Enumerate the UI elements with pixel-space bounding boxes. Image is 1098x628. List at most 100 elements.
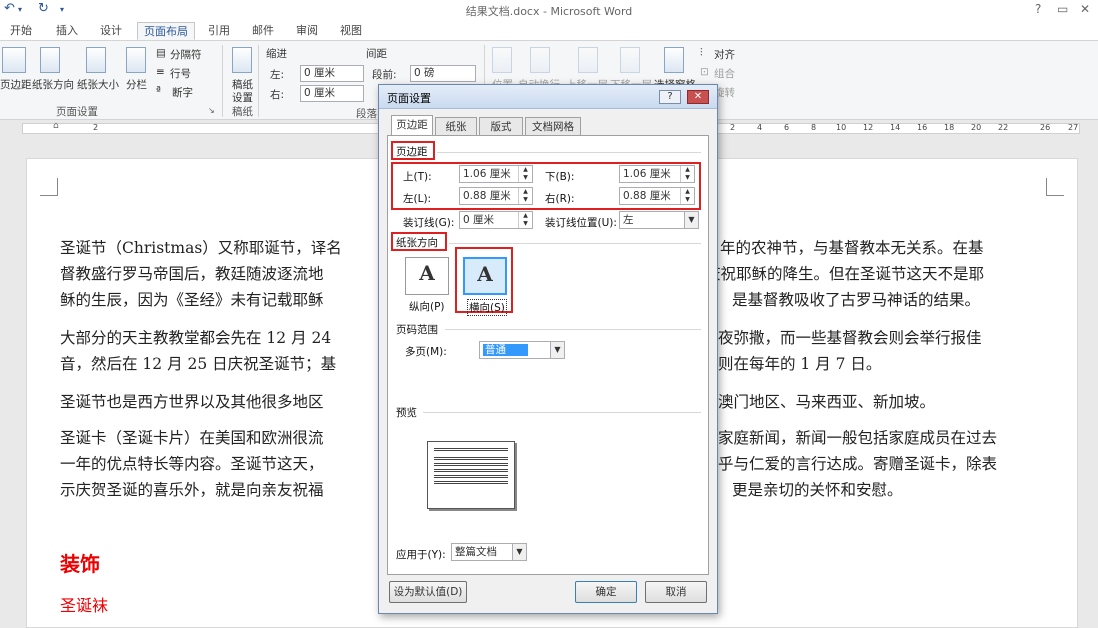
doc-line[interactable]: 乎与仁爱的言行达成。寄赠圣诞卡，除表 bbox=[718, 451, 1050, 477]
tab-home[interactable]: 开始 bbox=[10, 22, 32, 40]
dialog-tab-layout[interactable]: 版式 bbox=[479, 117, 523, 136]
breaks-button[interactable]: 分隔符 bbox=[170, 47, 202, 62]
tab-review[interactable]: 审阅 bbox=[296, 22, 318, 40]
spin-arrows-icon[interactable]: ▲ ▼ bbox=[518, 166, 532, 182]
doc-line[interactable]: 家庭新闻，新闻一般包括家庭成员在过去 bbox=[718, 425, 1050, 451]
ribbon-tabs: 开始 插入 设计 页面布局 引用 邮件 审阅 视图 bbox=[0, 20, 1098, 40]
tab-view[interactable]: 视图 bbox=[340, 22, 362, 40]
align-button[interactable]: 对齐 bbox=[714, 47, 735, 62]
spin-arrows-icon[interactable]: ▲ ▼ bbox=[680, 166, 694, 182]
size-button[interactable]: 纸张大小 bbox=[77, 77, 119, 92]
doc-line[interactable]: 则在每年的 1 月 7 日。 bbox=[718, 351, 1050, 377]
doc-line[interactable]: 夜弥撒，而一些基督教会则会举行报佳 bbox=[718, 325, 1050, 351]
landscape-label[interactable]: 横向(S) bbox=[467, 299, 507, 316]
paragraph-group-label: 段落 bbox=[356, 108, 377, 120]
left-margin-label: 左(L): bbox=[403, 193, 432, 205]
hyphenation-button[interactable]: 断字 bbox=[172, 85, 193, 100]
landscape-button[interactable]: A bbox=[463, 257, 507, 295]
preview-section-label: 预览 bbox=[396, 407, 417, 419]
spacing-before-input[interactable]: 0 磅 bbox=[410, 65, 476, 82]
page-setup-dialog: 页面设置 ? ✕ 页边距 纸张 版式 文档网格 页边距 上(T): 1.06 厘… bbox=[378, 84, 718, 614]
right-margin-label: 右(R): bbox=[545, 193, 575, 205]
dialog-tab-grid[interactable]: 文档网格 bbox=[525, 117, 581, 136]
portrait-button[interactable]: A bbox=[405, 257, 449, 295]
line-numbers-button[interactable]: 行号 bbox=[170, 66, 191, 81]
margins-button[interactable]: 页边距 bbox=[0, 77, 32, 92]
title-bar: ↶ ▾ ↻ ▾ 结果文档.docx - Microsoft Word ? ▭ ✕ bbox=[0, 0, 1098, 20]
doc-heading[interactable]: 装饰 bbox=[60, 548, 100, 577]
page-setup-launcher-icon[interactable]: ↘ bbox=[208, 106, 215, 115]
indent-marker-icon[interactable]: ⌂ bbox=[53, 121, 59, 131]
ruler-number: 16 bbox=[917, 123, 928, 132]
bring-forward-icon bbox=[578, 47, 598, 73]
apply-to-label: 应用于(Y): bbox=[396, 549, 446, 561]
doc-line[interactable]: 年的农神节，与基督教本无关系。在基 bbox=[720, 235, 1050, 261]
window-title: 结果文档.docx - Microsoft Word bbox=[465, 5, 633, 18]
doc-line[interactable]: 更是亲切的关怀和安慰。 bbox=[732, 477, 1050, 503]
portrait-label[interactable]: 纵向(P) bbox=[409, 299, 445, 314]
ruler-number: 22 bbox=[998, 123, 1009, 132]
dialog-title-bar[interactable]: 页面设置 ? ✕ bbox=[379, 85, 717, 109]
selection-pane-icon[interactable] bbox=[664, 47, 684, 73]
portrait-icon: A bbox=[419, 261, 435, 285]
align-icon: ⫶ bbox=[700, 47, 703, 59]
ruler-number: 6 bbox=[784, 123, 790, 132]
send-backward-icon bbox=[620, 47, 640, 73]
tab-insert[interactable]: 插入 bbox=[56, 22, 78, 40]
tab-mailings[interactable]: 邮件 bbox=[252, 22, 274, 40]
columns-button[interactable]: 分栏 bbox=[126, 77, 147, 92]
page-setup-group-label: 页面设置 bbox=[56, 106, 98, 118]
group-separator bbox=[258, 45, 259, 117]
draft-paper-label2[interactable]: 设置 bbox=[232, 90, 253, 105]
dropdown-arrow-icon[interactable]: ▼ bbox=[550, 342, 564, 358]
draft-group-label: 稿纸 bbox=[232, 106, 253, 118]
dialog-tab-paper[interactable]: 纸张 bbox=[435, 117, 477, 136]
dialog-close-button[interactable]: ✕ bbox=[687, 90, 709, 104]
group-icon: ⊡ bbox=[700, 66, 709, 78]
tab-page-layout[interactable]: 页面布局 bbox=[137, 22, 195, 40]
dropdown-arrow-icon[interactable]: ▼ bbox=[512, 544, 526, 560]
close-icon[interactable]: ✕ bbox=[1080, 2, 1090, 16]
group-separator bbox=[222, 45, 223, 117]
doc-subheading[interactable]: 圣诞袜 bbox=[60, 592, 108, 616]
spin-arrows-icon[interactable]: ▲ ▼ bbox=[680, 188, 694, 204]
doc-line[interactable]: 庆祝耶稣的降生。但在圣诞节这天不是耶 bbox=[705, 261, 1050, 287]
section-divider bbox=[449, 243, 701, 244]
margin-corner-mark bbox=[40, 178, 58, 196]
margins-icon[interactable] bbox=[2, 47, 26, 73]
cancel-button[interactable]: 取消 bbox=[645, 581, 707, 603]
indent-right-label: 右: bbox=[270, 89, 285, 101]
spin-arrows-icon[interactable]: ▲ ▼ bbox=[518, 188, 532, 204]
tab-design[interactable]: 设计 bbox=[100, 22, 122, 40]
top-margin-label: 上(T): bbox=[403, 171, 432, 183]
section-divider bbox=[437, 152, 701, 153]
ruler-number: 4 bbox=[757, 123, 763, 132]
indent-left-input[interactable]: 0 厘米 bbox=[300, 65, 364, 82]
size-icon[interactable] bbox=[86, 47, 106, 73]
ruler-number: 12 bbox=[863, 123, 874, 132]
dialog-tab-margins[interactable]: 页边距 bbox=[391, 115, 433, 136]
orientation-button[interactable]: 纸张方向 bbox=[32, 77, 74, 92]
orientation-icon[interactable] bbox=[40, 47, 60, 73]
help-icon[interactable]: ? bbox=[1035, 2, 1041, 16]
indent-header: 缩进 bbox=[266, 48, 287, 60]
breaks-icon: ▤ bbox=[156, 47, 166, 59]
landscape-icon: A bbox=[477, 262, 493, 286]
spin-arrows-icon[interactable]: ▲ ▼ bbox=[518, 212, 532, 228]
indent-right-input[interactable]: 0 厘米 bbox=[300, 85, 364, 102]
ok-button[interactable]: 确定 bbox=[575, 581, 637, 603]
ruler-number: 2 bbox=[730, 123, 736, 132]
ruler-number: 8 bbox=[811, 123, 817, 132]
draft-paper-icon[interactable] bbox=[232, 47, 252, 73]
line-numbers-icon: ≡ bbox=[156, 66, 165, 78]
set-default-button[interactable]: 设为默认值(D) bbox=[389, 581, 467, 603]
dropdown-arrow-icon[interactable]: ▼ bbox=[684, 212, 698, 228]
tab-references[interactable]: 引用 bbox=[208, 22, 230, 40]
doc-line[interactable]: 澳门地区、马来西亚、新加坡。 bbox=[718, 389, 1050, 415]
doc-line[interactable]: 是基督教吸收了古罗马神话的结果。 bbox=[732, 287, 1050, 313]
dialog-help-button[interactable]: ? bbox=[659, 90, 681, 104]
restore-icon[interactable]: ▭ bbox=[1057, 2, 1068, 16]
columns-icon[interactable] bbox=[126, 47, 146, 73]
ruler-number: 20 bbox=[971, 123, 982, 132]
ruler-number: 2 bbox=[93, 123, 99, 132]
